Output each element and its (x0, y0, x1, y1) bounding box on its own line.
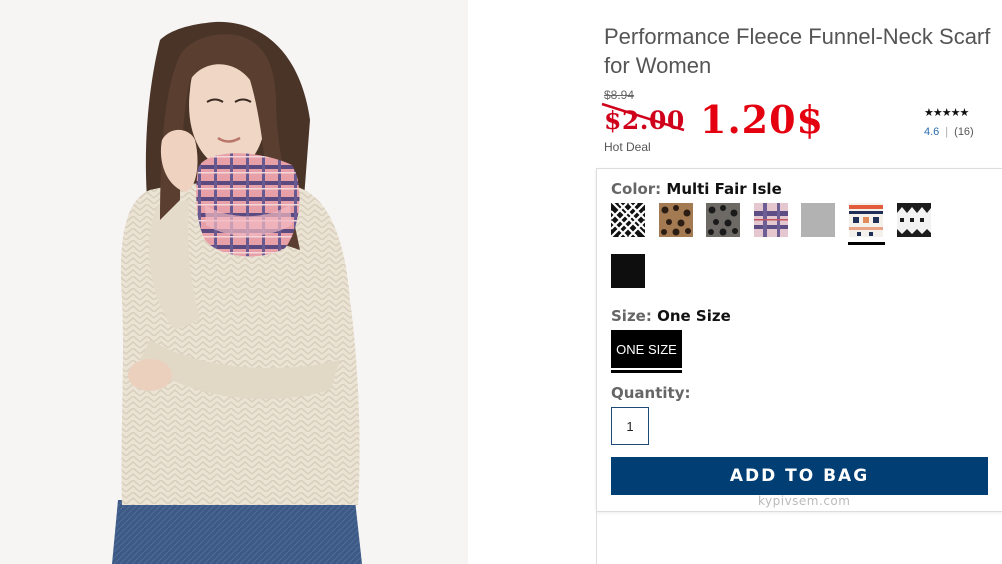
add-to-bag-button[interactable]: ADD TO BAG (611, 457, 988, 495)
color-swatch-black-white-grid[interactable] (611, 203, 645, 237)
selected-size-indicator (611, 370, 682, 373)
selected-swatch-indicator (848, 242, 885, 245)
swatch-pattern (801, 203, 835, 237)
color-option-label: Color: Multi Fair Isle (611, 180, 782, 198)
sale-price: $2.00 (604, 106, 685, 135)
size-option-one-size[interactable]: ONE SIZE (611, 330, 682, 368)
color-swatch-plaid[interactable] (754, 203, 788, 237)
color-swatch-heather-gray[interactable] (801, 203, 835, 237)
selected-size: One Size (657, 307, 731, 325)
color-swatch-leopard-tan[interactable] (659, 203, 693, 237)
swatch-pattern (754, 203, 788, 237)
product-photo-illustration (0, 0, 468, 564)
color-swatch-black-white-fair-isle[interactable] (897, 203, 931, 237)
product-image[interactable] (0, 0, 468, 564)
selected-color: Multi Fair Isle (666, 180, 782, 198)
color-label: Color: (611, 180, 662, 198)
rating-divider: | (945, 126, 949, 138)
color-swatch-leopard-gray[interactable] (706, 203, 740, 237)
panel-divider (596, 512, 597, 564)
review-count[interactable]: (16) (954, 126, 974, 138)
deal-label: Hot Deal (604, 140, 651, 154)
product-title: Performance Fleece Funnel-Neck Scarf for… (604, 24, 991, 78)
color-swatch-multi-fair-isle[interactable] (849, 203, 883, 237)
original-price: $8.94 (604, 88, 635, 102)
rating-value[interactable]: 4.6 (924, 126, 939, 138)
swatch-pattern (897, 203, 931, 237)
handwritten-new-price: 1.20$ (700, 97, 824, 142)
product-rating[interactable]: ★★★★★ 4.6 | (16) (924, 106, 988, 138)
color-swatch-solid-black[interactable] (611, 254, 645, 288)
star-rating-icon: ★★★★★ (924, 107, 969, 119)
swatch-pattern (611, 203, 645, 237)
swatch-pattern (706, 203, 740, 237)
quantity-input[interactable] (611, 407, 649, 445)
quantity-label: Quantity: (611, 384, 691, 402)
swatch-pattern (849, 203, 883, 237)
swatch-pattern (659, 203, 693, 237)
size-option-label: Size: One Size (611, 307, 731, 325)
size-label: Size: (611, 307, 652, 325)
watermark-text: kypivsem.com (758, 494, 851, 508)
